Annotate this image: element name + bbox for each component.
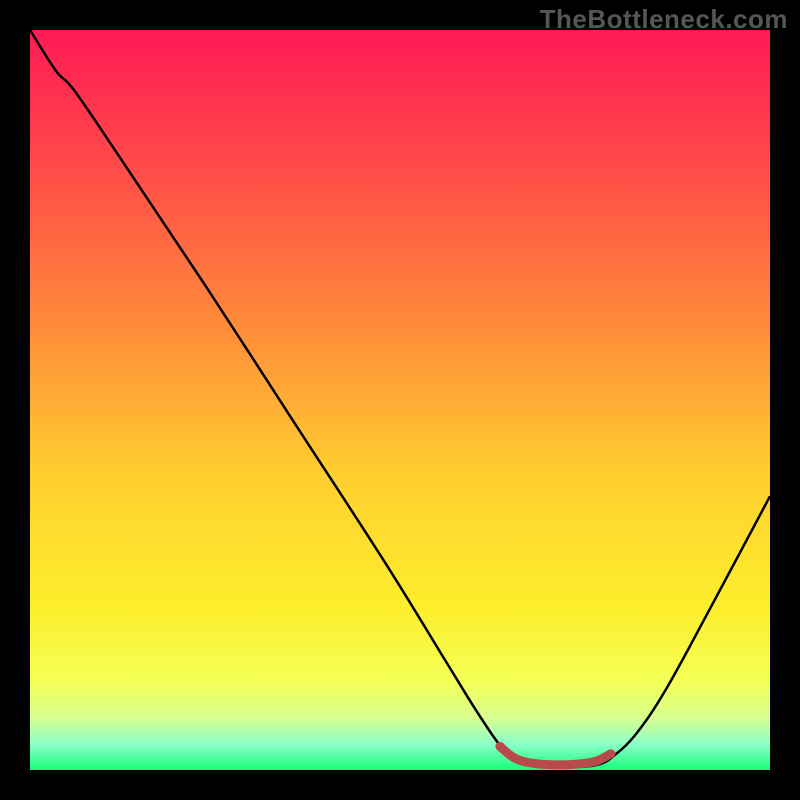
- chart-frame: [30, 30, 770, 770]
- gradient-bg: [30, 30, 770, 770]
- watermark-text: TheBottleneck.com: [540, 4, 788, 35]
- bottleneck-chart: [30, 30, 770, 770]
